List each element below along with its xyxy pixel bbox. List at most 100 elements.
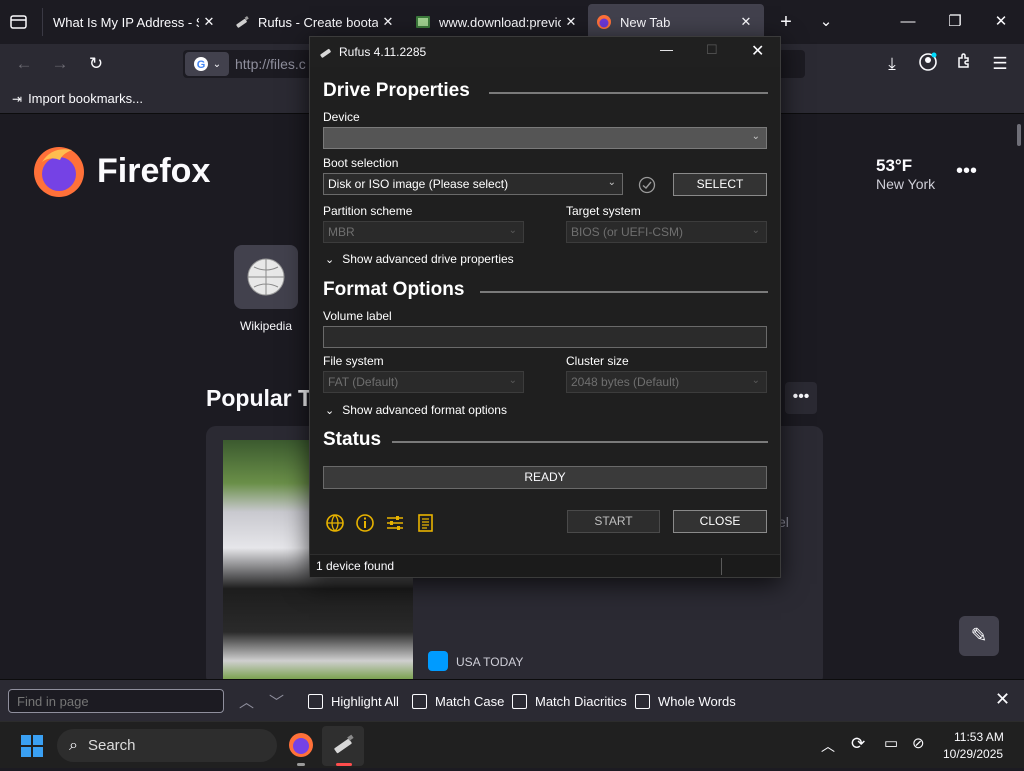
start-button[interactable]: START [567,510,660,533]
statusbar-divider [721,558,722,575]
taskbar-search[interactable]: ⌕ Search [57,729,277,762]
weather-city[interactable]: New York [876,176,935,192]
restore-button[interactable]: ❐ [940,10,970,34]
tab-close-icon[interactable]: ✕ [199,14,219,30]
advanced-drive-toggle[interactable]: ⌄ Show advanced drive properties [325,252,514,266]
downloads-icon[interactable]: ⤓ [880,52,904,76]
taskbar-rufus-button[interactable] [322,726,364,766]
new-tab-button[interactable]: + [771,10,801,34]
rufus-close-window-button[interactable]: ✕ [751,41,764,61]
partition-scheme-label: Partition scheme [323,204,413,218]
download-favicon-icon [415,14,431,30]
log-document-icon[interactable] [414,512,436,534]
tray-overflow-chevron-up-icon[interactable]: ︿ [821,736,835,756]
rufus-minimize-button[interactable]: — [660,42,673,57]
find-previous-chevron-up-icon[interactable]: ︿ [239,691,254,712]
menu-hamburger-icon[interactable]: ☰ [988,52,1012,76]
url-text[interactable]: http://files.c [235,56,306,72]
advanced-format-label: Show advanced format options [342,403,507,417]
about-info-icon[interactable] [354,512,376,534]
weather-more-icon[interactable]: ••• [956,160,977,183]
firefox-logo-icon [32,144,86,198]
rufus-titlebar[interactable]: Rufus 4.11.2285 — ☐ ✕ [310,37,780,67]
rufus-usb-icon [334,734,354,754]
windows-taskbar: ⌕ Search ︿ ⟳ ▭ ⊘ 11:53 AM 10/29/2025 [0,721,1024,768]
whole-words-label: Whole Words [658,694,736,709]
checkbox-box[interactable] [635,694,650,709]
target-system-value: BIOS (or UEFI-CSM) [571,225,684,239]
tab-title: www.download:previous versions [439,14,561,30]
find-bar: ︿ ﹀ Highlight All Match Case Match Diacr… [0,679,1024,721]
partition-scheme-dropdown[interactable]: MBR ⌄ [323,221,524,243]
back-arrow-icon[interactable]: ← [12,52,36,76]
tab-list-button[interactable] [8,12,30,32]
display-icon[interactable]: ▭ [884,734,898,752]
clock-time[interactable]: 11:53 AM [954,730,1004,744]
cluster-size-value: 2048 bytes (Default) [571,375,680,389]
tab-title: New Tab [620,14,671,30]
tab-close-icon[interactable]: ✕ [736,14,756,30]
tab-rufus[interactable]: Rufus - Create bootable USB drives the e… [234,4,398,40]
highlight-all-checkbox[interactable]: Highlight All [308,694,399,709]
search-engine-selector[interactable]: G ⌄ [185,52,229,76]
clock-date[interactable]: 10/29/2025 [943,747,1003,761]
customize-pencil-icon[interactable]: ✎ [959,616,999,656]
sync-icon[interactable]: ⟳ [851,734,865,754]
tab-close-icon[interactable]: ✕ [561,14,581,30]
extensions-icon[interactable] [952,52,976,76]
start-windows-icon[interactable] [20,734,44,758]
whole-words-checkbox[interactable]: Whole Words [635,694,736,709]
import-bookmarks-button[interactable]: ⇥ Import bookmarks... [12,91,143,106]
file-system-value: FAT (Default) [328,375,399,389]
tab-new-tab[interactable]: New Tab ✕ [588,4,764,40]
tab-download[interactable]: www.download:previous versions ✕ [415,4,581,40]
close-window-button[interactable]: ✕ [986,10,1016,34]
boot-selection-value: Disk or ISO image (Please select) [328,177,509,191]
cluster-size-dropdown[interactable]: 2048 bytes (Default) ⌄ [566,371,767,393]
find-input[interactable] [8,689,224,713]
advanced-format-toggle[interactable]: ⌄ Show advanced format options [325,403,507,417]
tab-title: Rufus - Create bootable USB drives the e… [258,14,378,30]
network-icon[interactable]: ⊘ [912,734,925,752]
volume-label-input[interactable] [323,326,767,348]
boot-selection-dropdown[interactable]: Disk or ISO image (Please select) ⌄ [323,173,623,195]
checkbox-box[interactable] [308,694,323,709]
shortcut-label: Wikipedia [240,319,293,333]
forward-arrow-icon[interactable]: → [48,52,72,76]
chevron-down-icon: ⌄ [325,253,335,266]
taskbar-firefox-icon[interactable] [288,732,314,758]
section-divider [392,441,768,443]
checkbox-box[interactable] [412,694,427,709]
settings-sliders-icon[interactable] [384,512,406,534]
checkbox-box[interactable] [512,694,527,709]
status-text: READY [524,470,566,484]
match-diacritics-checkbox[interactable]: Match Diacritics [512,694,627,709]
tab-ip-address[interactable]: What Is My IP Address - See Your Public … [53,4,219,40]
find-next-chevron-down-icon[interactable]: ﹀ [269,691,284,712]
chevron-down-icon: ⌄ [508,375,517,386]
section-more-button[interactable]: ••• [785,382,817,414]
match-case-checkbox[interactable]: Match Case [412,694,504,709]
rufus-maximize-button: ☐ [706,42,718,57]
target-system-dropdown[interactable]: BIOS (or UEFI-CSM) ⌄ [566,221,767,243]
tab-close-icon[interactable]: ✕ [378,14,398,30]
rufus-title: Rufus 4.11.2285 [339,45,427,59]
verify-checkmark-icon[interactable] [638,176,656,194]
list-all-tabs-chevron-icon[interactable]: ⌄ [811,10,841,34]
weather-temperature[interactable]: 53°F [876,156,912,176]
shortcut-wikipedia[interactable] [234,245,298,309]
reload-icon[interactable]: ↻ [84,52,108,76]
tab-title: What Is My IP Address - See Your Public … [53,14,199,30]
device-dropdown[interactable]: ⌄ [323,127,767,149]
language-globe-icon[interactable] [324,512,346,534]
close-button[interactable]: CLOSE [673,510,767,533]
minimize-button[interactable]: — [893,10,923,34]
account-icon[interactable] [916,52,940,76]
file-system-dropdown[interactable]: FAT (Default) ⌄ [323,371,524,393]
select-button[interactable]: SELECT [673,173,767,196]
scrollbar-thumb[interactable] [1017,124,1021,146]
drive-properties-heading: Drive Properties [323,80,470,101]
import-bookmarks-label: Import bookmarks... [28,91,143,106]
find-close-icon[interactable]: ✕ [995,689,1010,710]
tab-list-icon [10,15,27,29]
